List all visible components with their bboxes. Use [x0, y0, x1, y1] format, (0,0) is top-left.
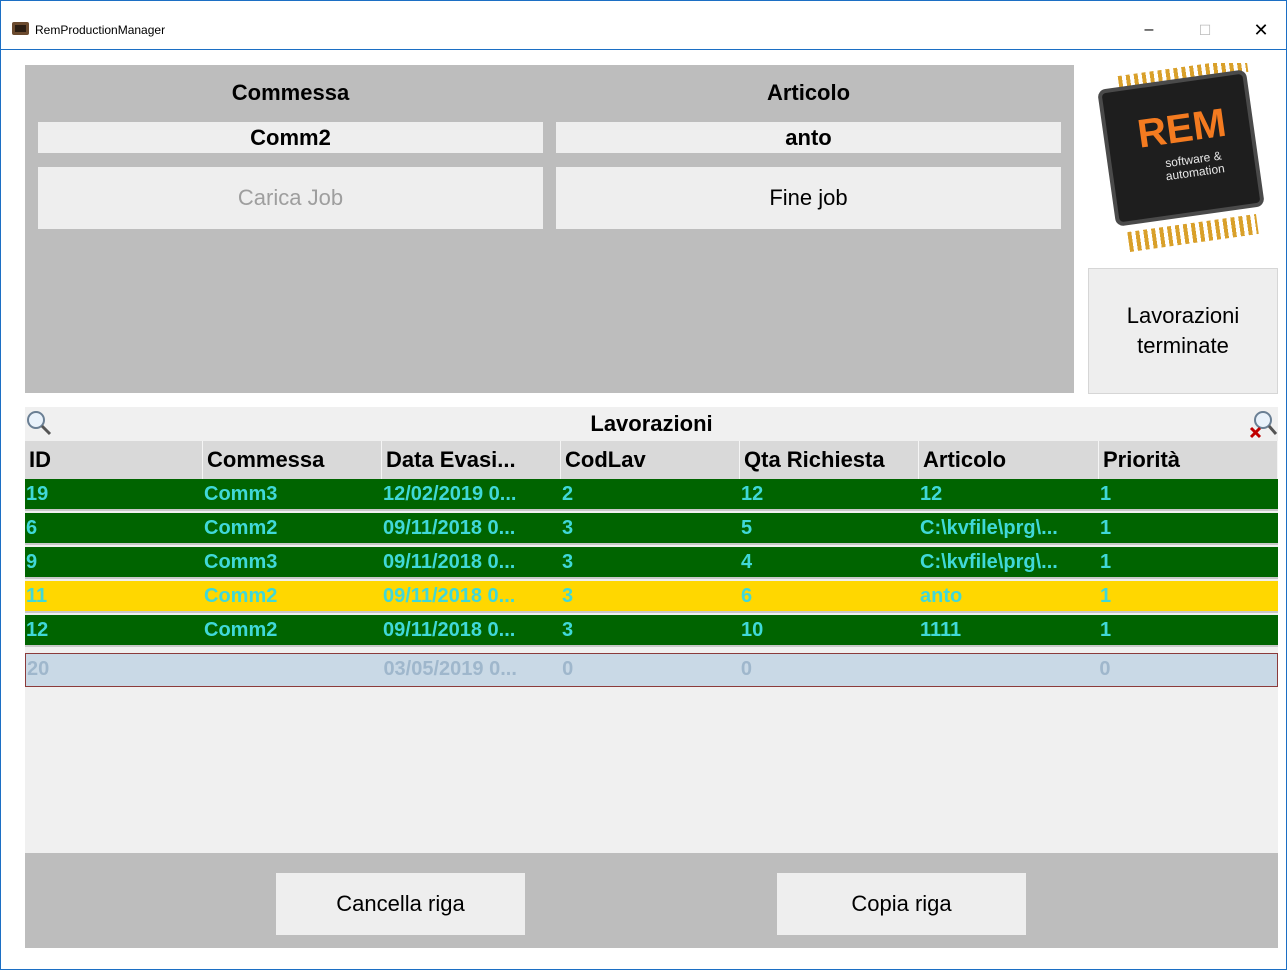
table-row[interactable]: 9 Comm3 09/11/2018 0... 3 4 C:\kvfile\pr… — [25, 547, 1278, 579]
delete-row-button[interactable]: Cancella riga — [276, 873, 525, 935]
cell-data-evasione: 09/11/2018 0... — [383, 551, 516, 573]
cell-codlav: 3 — [562, 619, 574, 641]
cell-commessa: Comm2 — [204, 619, 278, 641]
cell-commessa: Comm2 — [204, 585, 278, 607]
grid-title: Lavorazioni — [590, 411, 713, 436]
cell-codlav: 3 — [562, 517, 574, 539]
copy-row-button[interactable]: Copia riga — [777, 873, 1026, 935]
clear-search-icon[interactable] — [1248, 409, 1278, 439]
table-row[interactable]: 12 Comm2 09/11/2018 0... 3 10 1111 1 — [25, 615, 1278, 647]
articolo-value: anto — [556, 122, 1061, 153]
cell-articolo: 12 — [920, 483, 943, 505]
end-job-button[interactable]: Fine job — [556, 167, 1061, 229]
cell-articolo: C:\kvfile\prg\... — [920, 551, 1058, 573]
table-row[interactable]: 19 Comm3 12/02/2019 0... 2 12 12 1 — [25, 479, 1278, 511]
column-header-data-evasione[interactable]: Data Evasi... — [382, 441, 561, 479]
cell-priorita: 1 — [1100, 483, 1112, 505]
table-row-new[interactable]: 20 03/05/2019 0... 0 0 0 — [25, 653, 1278, 687]
cell-priorita: 1 — [1100, 585, 1112, 607]
cell-codlav: 3 — [562, 551, 574, 573]
cell-articolo — [919, 654, 1099, 686]
cell-articolo: C:\kvfile\prg\... — [920, 517, 1058, 539]
cell-qta-richiesta: 6 — [741, 585, 753, 607]
column-header-id[interactable]: ID — [25, 441, 203, 479]
cell-id: 20 — [27, 658, 50, 680]
cell-qta-richiesta: 0 — [740, 658, 752, 680]
cell-qta-richiesta: 5 — [741, 517, 753, 539]
cell-data-evasione: 03/05/2019 0... — [383, 658, 517, 680]
grid-title-bar: Lavorazioni — [25, 407, 1278, 441]
close-button[interactable]: ✕ — [1238, 17, 1284, 43]
job-panel: Commessa Articolo Comm2 anto Carica Job … — [25, 65, 1074, 393]
column-header-priorita[interactable]: Priorità — [1099, 441, 1278, 479]
title-bar: RemProductionManager – ☐ ✕ — [1, 0, 1286, 50]
column-header-qta-richiesta[interactable]: Qta Richiesta — [740, 441, 919, 479]
cell-data-evasione: 09/11/2018 0... — [383, 619, 516, 641]
cell-commessa: Comm2 — [204, 517, 278, 539]
cell-id: 6 — [26, 517, 38, 539]
cell-id: 9 — [26, 551, 38, 573]
cell-articolo: 1111 — [920, 619, 962, 641]
cell-qta-richiesta: 12 — [741, 483, 764, 505]
logo-tagline: software & automation — [1164, 148, 1226, 184]
cell-data-evasione: 12/02/2019 0... — [383, 483, 517, 505]
column-header-articolo[interactable]: Articolo — [919, 441, 1099, 479]
minimize-button[interactable]: – — [1126, 17, 1172, 43]
commessa-label: Commessa — [231, 80, 350, 105]
chip-icon: REM software & automation — [1101, 73, 1261, 223]
cell-priorita: 0 — [1099, 658, 1111, 680]
cell-priorita: 1 — [1100, 619, 1112, 641]
cell-codlav: 2 — [562, 483, 574, 505]
app-window: RemProductionManager – ☐ ✕ Commessa Arti… — [0, 0, 1287, 970]
commessa-value: Comm2 — [38, 122, 543, 153]
cell-qta-richiesta: 4 — [741, 551, 753, 573]
rem-logo: REM software & automation — [1088, 63, 1278, 255]
grid-body: 19 Comm3 12/02/2019 0... 2 12 12 1 6 Com… — [25, 479, 1278, 853]
cell-commessa: Comm3 — [204, 551, 278, 573]
cell-data-evasione: 09/11/2018 0... — [383, 585, 516, 607]
cell-priorita: 1 — [1100, 551, 1112, 573]
cell-id: 19 — [26, 483, 49, 505]
articolo-label: Articolo — [766, 80, 851, 105]
cell-qta-richiesta: 10 — [741, 619, 764, 641]
cell-codlav: 0 — [562, 658, 574, 680]
cell-commessa: Comm3 — [204, 483, 278, 505]
finished-jobs-button[interactable]: Lavorazioni terminate — [1088, 268, 1278, 394]
load-job-button[interactable]: Carica Job — [38, 167, 543, 229]
bottom-panel: Cancella riga Copia riga — [25, 853, 1278, 948]
window-title: RemProductionManager — [35, 23, 166, 37]
grid-header: ID Commessa Data Evasi... CodLav Qta Ric… — [25, 441, 1278, 479]
cell-articolo: anto — [920, 585, 963, 607]
column-header-commessa[interactable]: Commessa — [203, 441, 382, 479]
table-row-selected[interactable]: 11 Comm2 09/11/2018 0... 3 6 anto 1 — [25, 581, 1278, 613]
app-icon — [12, 22, 29, 35]
cell-id: 12 — [26, 619, 49, 641]
cell-commessa — [204, 654, 383, 686]
table-row[interactable]: 6 Comm2 09/11/2018 0... 3 5 C:\kvfile\pr… — [25, 513, 1278, 545]
cell-codlav: 3 — [562, 585, 574, 607]
column-header-codlav[interactable]: CodLav — [561, 441, 740, 479]
cell-id: 11 — [26, 585, 48, 607]
cell-priorita: 1 — [1100, 517, 1112, 539]
cell-data-evasione: 09/11/2018 0... — [383, 517, 516, 539]
maximize-button[interactable]: ☐ — [1182, 17, 1228, 43]
